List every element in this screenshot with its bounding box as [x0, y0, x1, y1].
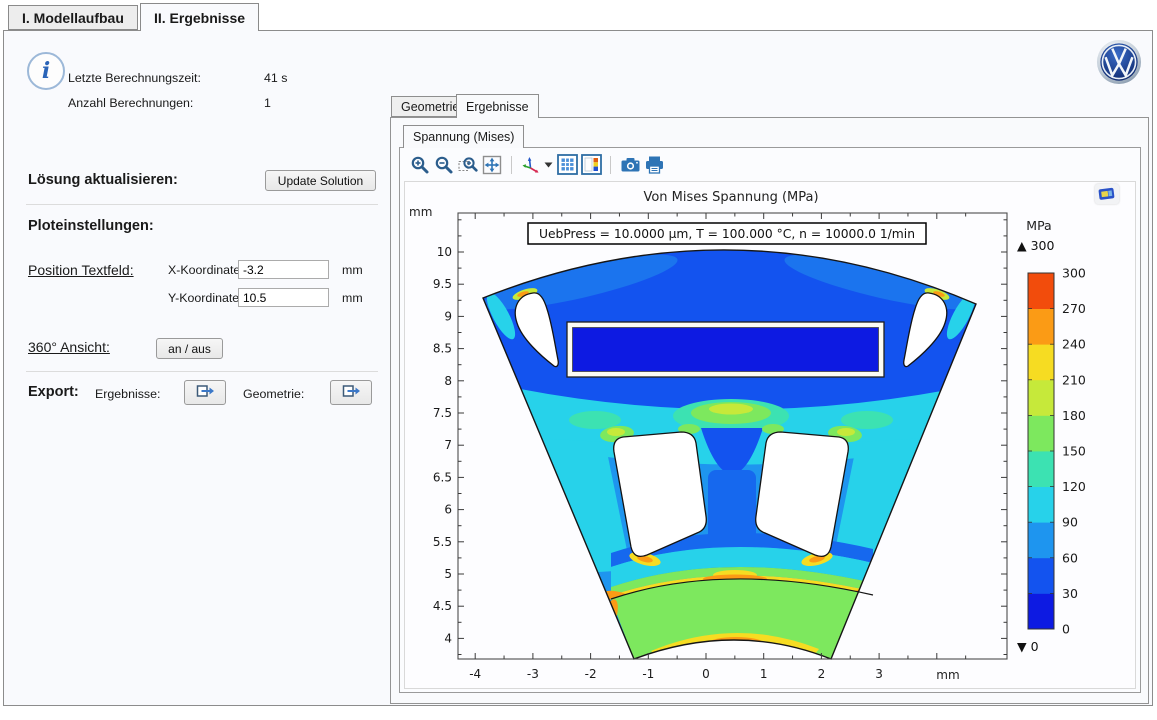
svg-text:4: 4 [444, 631, 452, 645]
grid-icon[interactable] [556, 154, 578, 176]
colorbar-min-marker: ▼ 0 [1017, 639, 1039, 654]
computation-count-value: 1 [264, 96, 271, 110]
toolbar-separator [511, 156, 512, 174]
svg-text:240: 240 [1062, 337, 1086, 352]
divider [26, 371, 378, 372]
last-computation-value: 41 s [264, 71, 287, 85]
svg-text:1: 1 [760, 667, 768, 681]
tab-modellaufbau[interactable]: I. Modellaufbau [8, 5, 138, 30]
svg-text:UebPress = 10.0000 µm, T = 100: UebPress = 10.0000 µm, T = 100.000 °C, n… [539, 227, 915, 241]
svg-text:180: 180 [1062, 408, 1086, 423]
export-results-button[interactable] [184, 380, 226, 405]
export-geometry-button[interactable] [330, 380, 372, 405]
svg-text:9: 9 [444, 309, 452, 323]
x-coordinate-label: X-Koordinate: [168, 263, 244, 277]
export-results-label: Ergebnisse: [95, 387, 160, 401]
plot-toolbar [408, 151, 666, 178]
legend-icon[interactable] [580, 154, 602, 176]
svg-text:60: 60 [1062, 550, 1078, 565]
svg-text:5.5: 5.5 [433, 535, 452, 549]
svg-text:8: 8 [444, 374, 452, 388]
stress-plot[interactable]: Von Mises Spannung (MPa) [405, 182, 1137, 690]
zoom-in-icon[interactable] [409, 154, 431, 176]
plot-annotation: UebPress = 10.0000 µm, T = 100.000 °C, n… [528, 223, 926, 244]
svg-text:7.5: 7.5 [433, 406, 452, 420]
zoom-out-icon[interactable] [433, 154, 455, 176]
svg-text:270: 270 [1062, 301, 1086, 316]
export-icon [341, 382, 361, 403]
svg-text:90: 90 [1062, 515, 1078, 530]
textfield-position-label: Position Textfeld: [28, 262, 134, 278]
svg-text:9.5: 9.5 [433, 277, 452, 291]
camera-icon[interactable] [619, 154, 641, 176]
svg-text:3: 3 [875, 667, 883, 681]
svg-text:4.5: 4.5 [433, 599, 452, 613]
zoom-extents-icon[interactable] [481, 154, 503, 176]
tab-results[interactable]: Ergebnisse [456, 94, 539, 118]
svg-text:2: 2 [818, 667, 826, 681]
svg-text:6: 6 [444, 503, 452, 517]
update-solution-heading: Lösung aktualisieren: [28, 172, 178, 188]
svg-text:120: 120 [1062, 479, 1086, 494]
svg-text:30: 30 [1062, 586, 1078, 601]
y-axis-unit: mm [409, 205, 432, 219]
plot-thumbnail-icon[interactable] [1095, 184, 1119, 204]
update-solution-button[interactable]: Update Solution [265, 170, 376, 191]
zoom-box-icon[interactable] [457, 154, 479, 176]
vw-logo [1096, 39, 1142, 85]
export-heading: Export: [28, 384, 79, 400]
view-dropdown-caret-icon[interactable] [543, 154, 553, 176]
view-360-toggle-button[interactable]: an / aus [156, 338, 223, 359]
toolbar-separator [610, 156, 611, 174]
svg-text:0: 0 [1062, 622, 1070, 637]
svg-text:150: 150 [1062, 444, 1086, 459]
plot-title: Von Mises Spannung (MPa) [643, 190, 818, 205]
colorbar-max-marker: ▲ 300 [1017, 238, 1054, 253]
y-coordinate-input[interactable] [238, 288, 329, 307]
svg-text:10: 10 [437, 245, 452, 259]
tab-spannung-mises[interactable]: Spannung (Mises) [403, 125, 524, 148]
last-computation-label: Letzte Berechnungszeit: [68, 71, 201, 85]
x-coordinate-unit: mm [342, 263, 363, 277]
info-icon: i [27, 52, 65, 90]
plot-settings-heading: Ploteinstellungen: [28, 218, 154, 234]
colorbar-unit: MPa [1026, 218, 1051, 233]
y-coordinate-label: Y-Koordinate: [168, 291, 243, 305]
svg-text:7: 7 [444, 438, 452, 452]
divider [26, 204, 378, 205]
graphics-area[interactable]: Von Mises Spannung (MPa) [404, 181, 1136, 689]
svg-text:5: 5 [444, 567, 452, 581]
computation-count-label: Anzahl Berechnungen: [68, 96, 193, 110]
export-geometry-label: Geometrie: [243, 387, 304, 401]
view-3d-icon[interactable] [520, 154, 542, 176]
view-360-label: 360° Ansicht: [28, 339, 110, 355]
svg-text:8.5: 8.5 [433, 342, 452, 356]
x-axis-unit: mm [936, 668, 959, 682]
y-coordinate-unit: mm [342, 291, 363, 305]
magnet [567, 322, 884, 377]
svg-text:210: 210 [1062, 372, 1086, 387]
svg-text:300: 300 [1062, 266, 1086, 281]
x-coordinate-input[interactable] [238, 260, 329, 279]
print-icon[interactable] [643, 154, 665, 176]
svg-text:-3: -3 [527, 667, 539, 681]
svg-text:0: 0 [702, 667, 710, 681]
colorbar: 3002702402101801501209060300 [1028, 266, 1086, 637]
svg-text:-1: -1 [642, 667, 654, 681]
svg-text:-4: -4 [469, 667, 481, 681]
svg-text:6.5: 6.5 [433, 470, 452, 484]
export-icon [195, 382, 215, 403]
tab-ergebnisse[interactable]: II. Ergebnisse [140, 3, 259, 31]
svg-text:-2: -2 [585, 667, 597, 681]
